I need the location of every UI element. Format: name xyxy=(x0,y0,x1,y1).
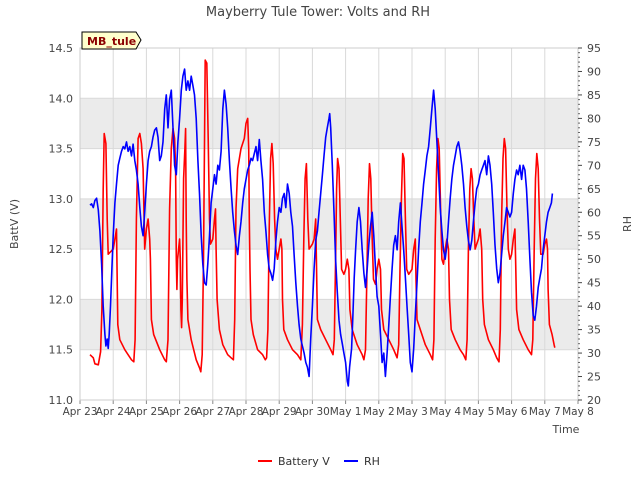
x-tick-label: May 3 xyxy=(396,406,428,418)
x-tick-label: Apr 25 xyxy=(129,406,164,418)
x-tick-label: May 8 xyxy=(562,406,594,418)
x-tick-label: May 7 xyxy=(529,406,561,418)
legend-label-rh: RH xyxy=(364,455,380,468)
x-tick-label: Apr 30 xyxy=(295,406,330,418)
right-tick-label: 35 xyxy=(587,324,601,337)
background-band xyxy=(80,299,578,350)
x-axis-label: Time xyxy=(552,423,580,436)
left-axis-tick-labels: 11.011.512.012.513.013.514.014.5 xyxy=(49,42,74,407)
x-tick-label: Apr 23 xyxy=(63,406,98,418)
right-tick-label: 90 xyxy=(587,65,601,78)
right-tick-label: 50 xyxy=(587,253,601,266)
x-tick-label: May 2 xyxy=(363,406,395,418)
background-band xyxy=(80,98,578,149)
right-tick-label: 30 xyxy=(587,347,601,360)
right-tick-label: 95 xyxy=(587,42,601,55)
right-tick-label: 65 xyxy=(587,183,601,196)
left-tick-label: 14.0 xyxy=(49,92,74,105)
right-tick-label: 40 xyxy=(587,300,601,313)
x-tick-label: May 4 xyxy=(429,406,461,418)
left-tick-label: 12.0 xyxy=(49,293,74,306)
station-label-box: MB_tule xyxy=(81,31,142,50)
y-axis-left-label: BattV (V) xyxy=(8,199,21,249)
right-tick-label: 25 xyxy=(587,371,601,384)
left-tick-label: 14.5 xyxy=(49,42,74,55)
right-tick-label: 80 xyxy=(587,112,601,125)
left-tick-label: 12.5 xyxy=(49,243,74,256)
station-label: MB_tule xyxy=(87,35,136,48)
chart-canvas: Mayberry Tule Tower: Volts and RH 11.011… xyxy=(8,5,634,468)
x-tick-label: Apr 28 xyxy=(229,406,264,418)
background-bands xyxy=(80,98,578,350)
chart-title: Mayberry Tule Tower: Volts and RH xyxy=(206,5,430,20)
x-tick-label: May 1 xyxy=(330,406,362,418)
x-tick-label: May 6 xyxy=(496,406,528,418)
right-axis-minor-ticks xyxy=(578,47,582,401)
left-tick-label: 13.5 xyxy=(49,143,74,156)
y-axis-right-label: RH xyxy=(621,216,634,232)
left-tick-label: 13.0 xyxy=(49,193,74,206)
legend-label-battery: Battery V xyxy=(278,455,330,468)
left-tick-label: 11.5 xyxy=(49,344,74,357)
x-tick-label: Apr 26 xyxy=(162,406,197,418)
right-tick-label: 60 xyxy=(587,206,601,219)
right-tick-label: 75 xyxy=(587,136,601,149)
x-tick-label: Apr 29 xyxy=(262,406,297,418)
x-tick-label: Apr 27 xyxy=(195,406,230,418)
x-tick-label: Apr 24 xyxy=(96,406,131,418)
legend: Battery V RH xyxy=(258,455,380,468)
right-tick-label: 45 xyxy=(587,277,601,290)
x-tick-label: May 5 xyxy=(463,406,495,418)
right-tick-label: 70 xyxy=(587,159,601,172)
x-axis-tick-labels: Apr 23Apr 24Apr 25Apr 26Apr 27Apr 28Apr … xyxy=(63,406,594,418)
right-axis-tick-labels: 20253035404550556065707580859095 xyxy=(587,42,601,407)
right-tick-label: 55 xyxy=(587,230,601,243)
right-tick-label: 85 xyxy=(587,89,601,102)
